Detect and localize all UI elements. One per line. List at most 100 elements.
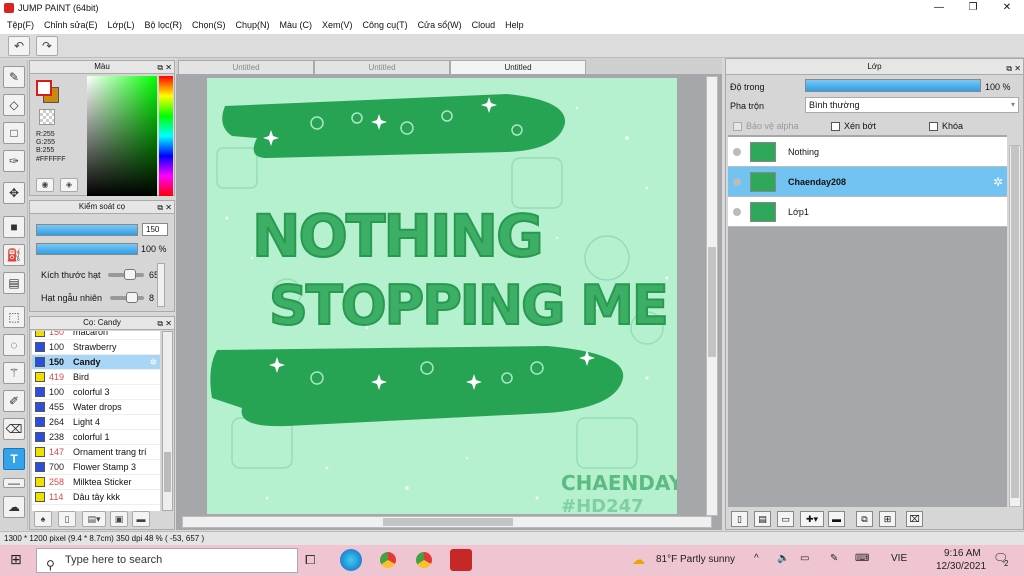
move-tool[interactable]: ✥ <box>3 182 25 204</box>
select-pen-tool[interactable]: ✐ <box>3 390 25 412</box>
brush-list-item[interactable]: 100 colorful 3 <box>32 385 160 400</box>
menu-item-3[interactable]: Bộ lọc(R) <box>139 20 187 30</box>
brush-list-item[interactable]: 100 Strawberry <box>32 340 160 355</box>
network-icon[interactable]: ▭ <box>800 553 809 564</box>
menu-item-2[interactable]: Lớp(L) <box>103 20 140 30</box>
menu-item-11[interactable]: Help <box>500 20 529 30</box>
menu-item-6[interactable]: Màu (C) <box>275 20 318 30</box>
brush-opacity-bar[interactable] <box>36 243 138 255</box>
visibility-icon[interactable] <box>733 147 741 156</box>
clock-date[interactable]: 12/30/2021 <box>936 561 986 572</box>
close-button[interactable]: ✕ <box>990 0 1024 16</box>
edge-browser-icon[interactable] <box>340 549 362 571</box>
layer-list-scroll-thumb[interactable] <box>1011 146 1019 498</box>
panel-buttons[interactable]: ⧉ ✕ <box>157 62 172 74</box>
brush-tool[interactable]: ✎ <box>3 66 25 88</box>
brush-menu-button[interactable]: ▤▾ <box>82 511 106 527</box>
canvas-vertical-scrollbar[interactable] <box>706 76 718 516</box>
brush-list-item[interactable]: 147 Ornament trang trí <box>32 445 160 460</box>
brush-list-item[interactable]: 455 Water drops <box>32 400 160 415</box>
speaker-icon[interactable]: 🔈 <box>777 553 789 564</box>
random-particle-handle[interactable] <box>126 292 138 303</box>
new-brush-button[interactable]: ♠ <box>34 511 52 527</box>
vertical-scroll-thumb[interactable] <box>708 247 716 357</box>
magic-wand-tool[interactable]: ⚚ <box>3 362 25 384</box>
select-eraser-tool[interactable]: ⌫ <box>3 418 25 440</box>
pen-workspace-icon[interactable]: ✎ <box>830 553 838 564</box>
chrome-icon[interactable] <box>377 549 399 571</box>
panel-buttons[interactable]: ⧉ ✕ <box>157 318 172 330</box>
foreground-color-swatch[interactable] <box>36 80 52 96</box>
new-folder-button[interactable]: ▬ <box>828 511 845 527</box>
delete-layer-button[interactable]: ⌧ <box>906 511 923 527</box>
menu-item-5[interactable]: Chụp(N) <box>231 20 275 30</box>
divider-tool[interactable]: — <box>3 477 25 489</box>
clipping-checkbox[interactable] <box>831 122 840 131</box>
gear-icon[interactable]: ✲ <box>149 357 157 368</box>
menu-item-8[interactable]: Công cụ(T) <box>358 20 413 30</box>
brush-size-field[interactable]: 150 <box>142 223 168 236</box>
new-text-layer-button[interactable]: ▭ <box>777 511 794 527</box>
blend-mode-select[interactable]: Bình thường ▾ <box>805 97 1019 113</box>
particle-size-handle[interactable] <box>124 269 136 280</box>
bucket-tool[interactable]: ⛽ <box>3 244 25 266</box>
protect-alpha-checkbox[interactable] <box>733 122 742 131</box>
select-tool[interactable]: ⬚ <box>3 306 25 328</box>
brush-size-bar[interactable] <box>36 224 138 236</box>
layer-row[interactable]: Chaenday208 ✲ <box>728 167 1007 197</box>
chrome-icon-2[interactable] <box>413 549 435 571</box>
merge-layer-button[interactable]: ⊞ <box>879 511 896 527</box>
brush-control-scrollbar[interactable] <box>157 263 165 307</box>
lasso-tool[interactable]: ◌ <box>3 334 25 356</box>
layer-opacity-slider[interactable] <box>805 79 981 92</box>
cloud-tool[interactable]: ☁ <box>3 496 25 518</box>
saturation-value-picker[interactable] <box>87 76 157 196</box>
layer-row[interactable]: Nothing <box>728 137 1007 167</box>
document-tab[interactable]: Untitled <box>450 60 586 74</box>
brush-list-item[interactable]: 114 Dâu tây kkk <box>32 490 160 505</box>
pen-tool[interactable]: ✑ <box>3 150 25 172</box>
hue-slider[interactable] <box>159 76 173 196</box>
lock-checkbox[interactable] <box>929 122 938 131</box>
brush-list-item[interactable]: 238 colorful 1 <box>32 430 160 445</box>
visibility-icon[interactable] <box>733 207 741 216</box>
taskbar-search-box[interactable]: ⚲ Type here to search <box>36 548 298 573</box>
text-tool[interactable]: T <box>3 448 25 470</box>
brush-list-item[interactable]: 700 Flower Stamp 3 <box>32 460 160 475</box>
keyboard-icon[interactable]: ⌨ <box>855 553 869 564</box>
menu-item-9[interactable]: Cửa sổ(W) <box>413 20 467 30</box>
visibility-icon[interactable] <box>733 177 741 186</box>
layer-type-menu-button[interactable]: ✚▾ <box>800 511 824 527</box>
gradient-tool[interactable]: ▤ <box>3 272 25 294</box>
document-tab[interactable]: Untitled <box>178 60 314 74</box>
new-brush-file-button[interactable]: ▯ <box>58 511 76 527</box>
layer-row[interactable]: Lớp1 <box>728 197 1007 227</box>
brush-list-item[interactable]: 264 Light 4 <box>32 415 160 430</box>
layer-list-scrollbar[interactable] <box>1009 145 1021 507</box>
brush-list-item[interactable]: 150 macaron <box>32 331 160 340</box>
brush-settings-button[interactable]: ▣ <box>110 511 128 527</box>
canvas-horizontal-scrollbar[interactable] <box>182 516 712 528</box>
transparent-swatch[interactable] <box>39 109 55 125</box>
brush-list-item[interactable]: 150 Candy ✲ <box>32 355 160 370</box>
menu-item-4[interactable]: Chọn(S) <box>187 20 231 30</box>
brush-list-item[interactable]: 419 Bird <box>32 370 160 385</box>
undo-button[interactable]: ↶ <box>8 36 30 56</box>
gear-icon[interactable]: ✲ <box>993 175 1003 189</box>
task-view-icon[interactable]: ⧠ <box>305 552 315 568</box>
color-wheel-button[interactable]: ◉ <box>36 178 54 192</box>
rect-select-tool[interactable]: □ <box>3 122 25 144</box>
jump-paint-taskbar-icon[interactable] <box>450 549 472 571</box>
eraser-tool[interactable]: ◇ <box>3 94 25 116</box>
panel-buttons[interactable]: ⧉ ✕ <box>1006 61 1021 76</box>
duplicate-layer-button[interactable]: ⧉ <box>856 511 873 527</box>
brush-list-scrollbar[interactable] <box>162 331 173 511</box>
new-layer-type-button[interactable]: ▤ <box>754 511 771 527</box>
brush-list-item[interactable]: 258 Milktea Sticker <box>32 475 160 490</box>
menu-item-7[interactable]: Xem(V) <box>317 20 358 30</box>
weather-text[interactable]: 81°F Partly sunny <box>656 554 735 565</box>
menu-item-0[interactable]: Tệp(F) <box>2 20 39 30</box>
document-tab[interactable]: Untitled <box>314 60 450 74</box>
horizontal-scroll-thumb[interactable] <box>383 518 513 526</box>
menu-item-1[interactable]: Chỉnh sửa(E) <box>39 20 103 30</box>
